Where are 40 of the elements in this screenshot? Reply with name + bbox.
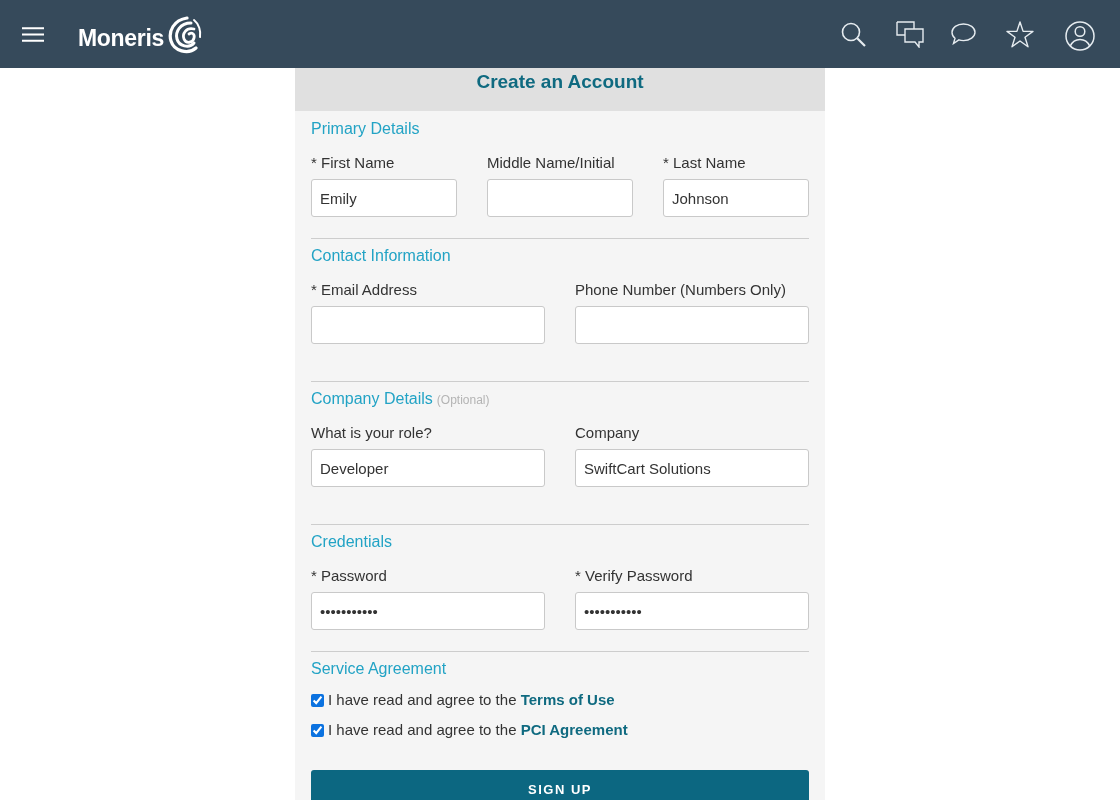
swirl-icon [166, 14, 203, 55]
field-label: * First Name [311, 153, 396, 173]
optional-note: (Optional) [436, 392, 490, 409]
input-field[interactable]: ••••••••••• [575, 592, 809, 630]
section-heading: Service Agreement [311, 659, 447, 679]
checkbox[interactable] [311, 723, 324, 737]
chats-icon[interactable] [896, 20, 924, 48]
search-icon[interactable] [841, 21, 866, 47]
input-field[interactable]: ••••••••••• [311, 592, 545, 630]
field-label: What is your role? [311, 423, 433, 443]
checkbox[interactable] [311, 693, 324, 707]
chat-bubble-icon[interactable] [951, 23, 976, 45]
agreement-link[interactable]: Terms of Use [520, 691, 615, 708]
logo-text: Moneris [78, 26, 165, 50]
field-label: * Email Address [311, 280, 418, 300]
section-heading: Company Details [311, 389, 433, 409]
input-field[interactable] [575, 306, 809, 344]
field-label: Phone Number (Numbers Only) [575, 280, 787, 300]
input-field[interactable]: Developer [311, 449, 545, 487]
agreement-text: I have read and agree to the Terms of Use [328, 690, 615, 710]
input-field[interactable] [487, 179, 633, 217]
agreement-text: I have read and agree to the PCI Agreement [328, 720, 628, 740]
field-label: Middle Name/Initial [487, 153, 616, 173]
input-field[interactable] [311, 306, 545, 344]
form-title: Create an Account [476, 70, 644, 94]
user-profile-icon[interactable] [1065, 20, 1095, 51]
star-icon[interactable] [1006, 20, 1034, 48]
section-heading: Primary Details [311, 119, 420, 139]
section-heading: Contact Information [311, 246, 451, 266]
field-label: * Verify Password [575, 566, 694, 586]
menu-icon[interactable] [22, 26, 44, 42]
input-field[interactable]: Emily [311, 179, 457, 217]
field-label: * Last Name [663, 153, 747, 173]
field-label: * Password [311, 566, 388, 586]
agreement-link[interactable]: PCI Agreement [520, 721, 628, 738]
input-field[interactable]: SwiftCart Solutions [575, 449, 809, 487]
field-label: Company [575, 423, 641, 443]
input-field[interactable]: Johnson [663, 179, 809, 217]
section-heading: Credentials [311, 532, 392, 552]
sign-up-button[interactable]: SIGN UP [311, 770, 809, 800]
